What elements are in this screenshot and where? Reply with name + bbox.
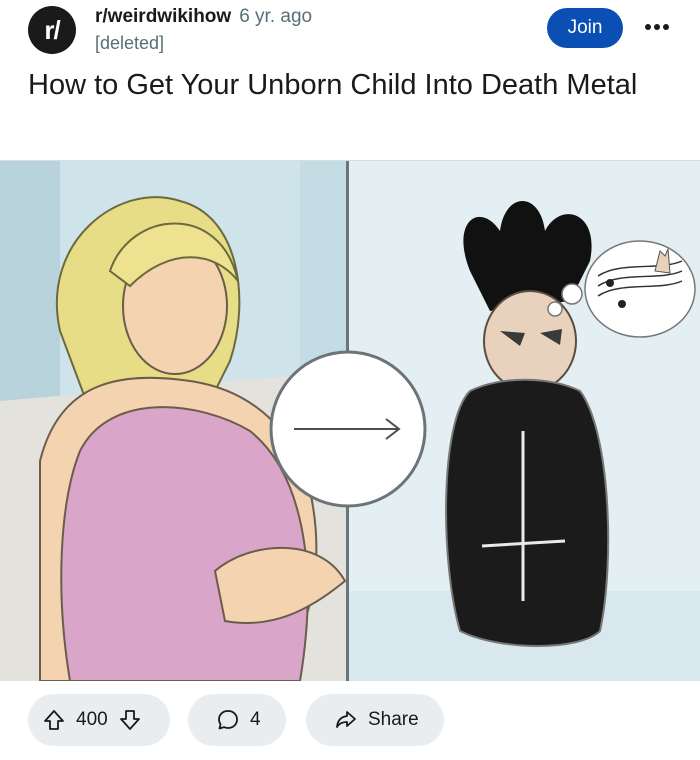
downvote-button[interactable]: [118, 708, 142, 732]
upvote-button[interactable]: [42, 708, 66, 732]
post-title[interactable]: How to Get Your Unborn Child Into Death …: [28, 66, 668, 105]
comment-count: 4: [250, 709, 261, 730]
downvote-icon: [119, 710, 140, 730]
share-button[interactable]: Share: [306, 694, 444, 746]
post-image-illustration: [0, 161, 700, 681]
vote-control: 400: [28, 694, 170, 746]
upvote-icon: [44, 710, 64, 730]
join-button[interactable]: Join: [547, 8, 623, 48]
more-options-button[interactable]: [640, 12, 674, 42]
post-age: 6 yr. ago: [239, 6, 313, 27]
share-icon: [334, 708, 358, 732]
baby-figure: [445, 201, 610, 647]
post-author[interactable]: [deleted]: [95, 33, 164, 54]
action-bar: 400 4 Share: [0, 690, 700, 752]
post-meta: r/weirdwikihow 6 yr. ago: [95, 6, 312, 28]
post-image[interactable]: [0, 160, 700, 681]
more-icon: [645, 24, 669, 30]
subreddit-avatar[interactable]: r/: [28, 6, 76, 54]
post-header: r/ r/weirdwikihow 6 yr. ago [deleted] Joi…: [0, 0, 700, 62]
share-label: Share: [368, 709, 419, 730]
vote-score: 400: [76, 709, 108, 730]
comments-button[interactable]: 4: [188, 694, 286, 746]
arrow-right-icon: [269, 350, 427, 508]
subreddit-name[interactable]: r/weirdwikihow: [95, 6, 231, 27]
comment-icon: [216, 708, 240, 732]
